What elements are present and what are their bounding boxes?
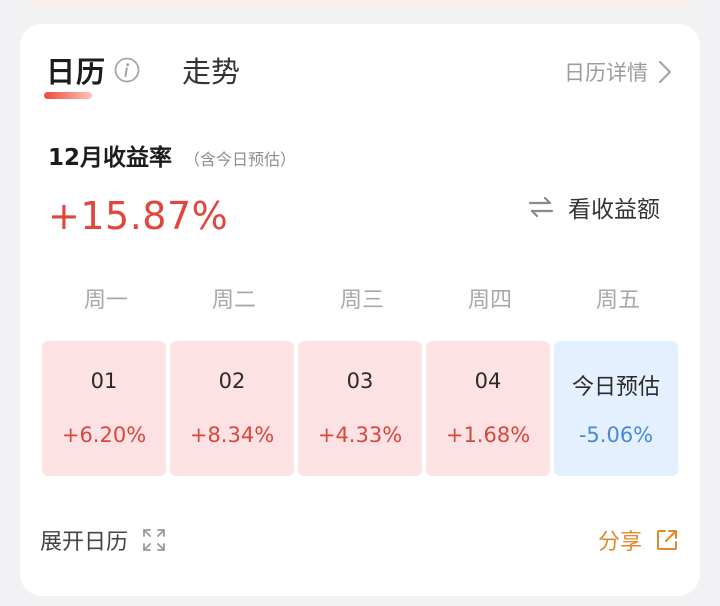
day-date: 02: [218, 369, 246, 393]
day-return: +1.68%: [445, 423, 531, 447]
estimate-note: （含今日预估）: [184, 150, 297, 169]
expand-icon: [143, 529, 165, 551]
calendar-card: 日历 走势 日历详情 12月收益率 （含今日预估） +15.87% 看收益额 周…: [20, 24, 700, 596]
day-cell[interactable]: 02 +8.34%: [170, 341, 294, 476]
tab-trend[interactable]: 走势: [182, 49, 240, 91]
day-date: 04: [474, 369, 502, 393]
weekday-label: 周三: [339, 288, 384, 313]
expand-calendar-button[interactable]: 展开日历: [40, 524, 166, 556]
tab-calendar-label: 日历: [46, 55, 107, 89]
weekday-label: 周五: [595, 288, 640, 313]
weekday-label: 周一: [83, 288, 128, 313]
today-estimate-cell[interactable]: 今日预估 -5.06%: [554, 341, 678, 476]
active-tab-indicator: [44, 92, 92, 99]
day-cells: 01 +6.20% 02 +8.34% 03 +4.33% 04 +1.68% …: [42, 341, 678, 476]
info-icon[interactable]: [114, 57, 140, 83]
tab-calendar[interactable]: 日历: [44, 49, 107, 99]
day-date: 03: [346, 369, 374, 393]
share-icon: [657, 530, 677, 550]
show-amount-label: 看收益额: [568, 197, 660, 223]
day-return: +8.34%: [189, 423, 275, 447]
weekday-label: 周四: [467, 288, 512, 313]
day-date: 01: [90, 369, 118, 393]
expand-calendar-label: 展开日历: [40, 530, 129, 555]
day-return: +4.33%: [317, 423, 403, 447]
day-cell[interactable]: 01 +6.20%: [42, 341, 166, 476]
weekday-header: 周一 周二 周三 周四 周五: [42, 282, 682, 314]
share-button[interactable]: 分享: [598, 524, 678, 556]
weekday-label: 周二: [211, 288, 256, 313]
monthly-return-title: 12月收益率: [48, 145, 173, 171]
day-cell[interactable]: 03 +4.33%: [298, 341, 422, 476]
show-amount-toggle[interactable]: 看收益额: [528, 190, 660, 224]
monthly-return-heading: 12月收益率 （含今日预估）: [48, 138, 296, 172]
calendar-detail-label: 日历详情: [564, 61, 648, 85]
today-estimate-label: 今日预估: [571, 375, 660, 400]
share-label: 分享: [597, 530, 642, 555]
tab-bar: 日历 走势: [44, 49, 240, 99]
today-estimate-return: -5.06%: [578, 423, 654, 447]
monthly-return-value: +15.87%: [48, 194, 229, 238]
chevron-right-icon: [658, 60, 672, 84]
previous-card-edge: [28, 0, 692, 6]
calendar-detail-link[interactable]: 日历详情: [564, 57, 672, 87]
day-return: +6.20%: [61, 423, 147, 447]
day-cell[interactable]: 04 +1.68%: [426, 341, 550, 476]
swap-icon: [528, 196, 554, 218]
